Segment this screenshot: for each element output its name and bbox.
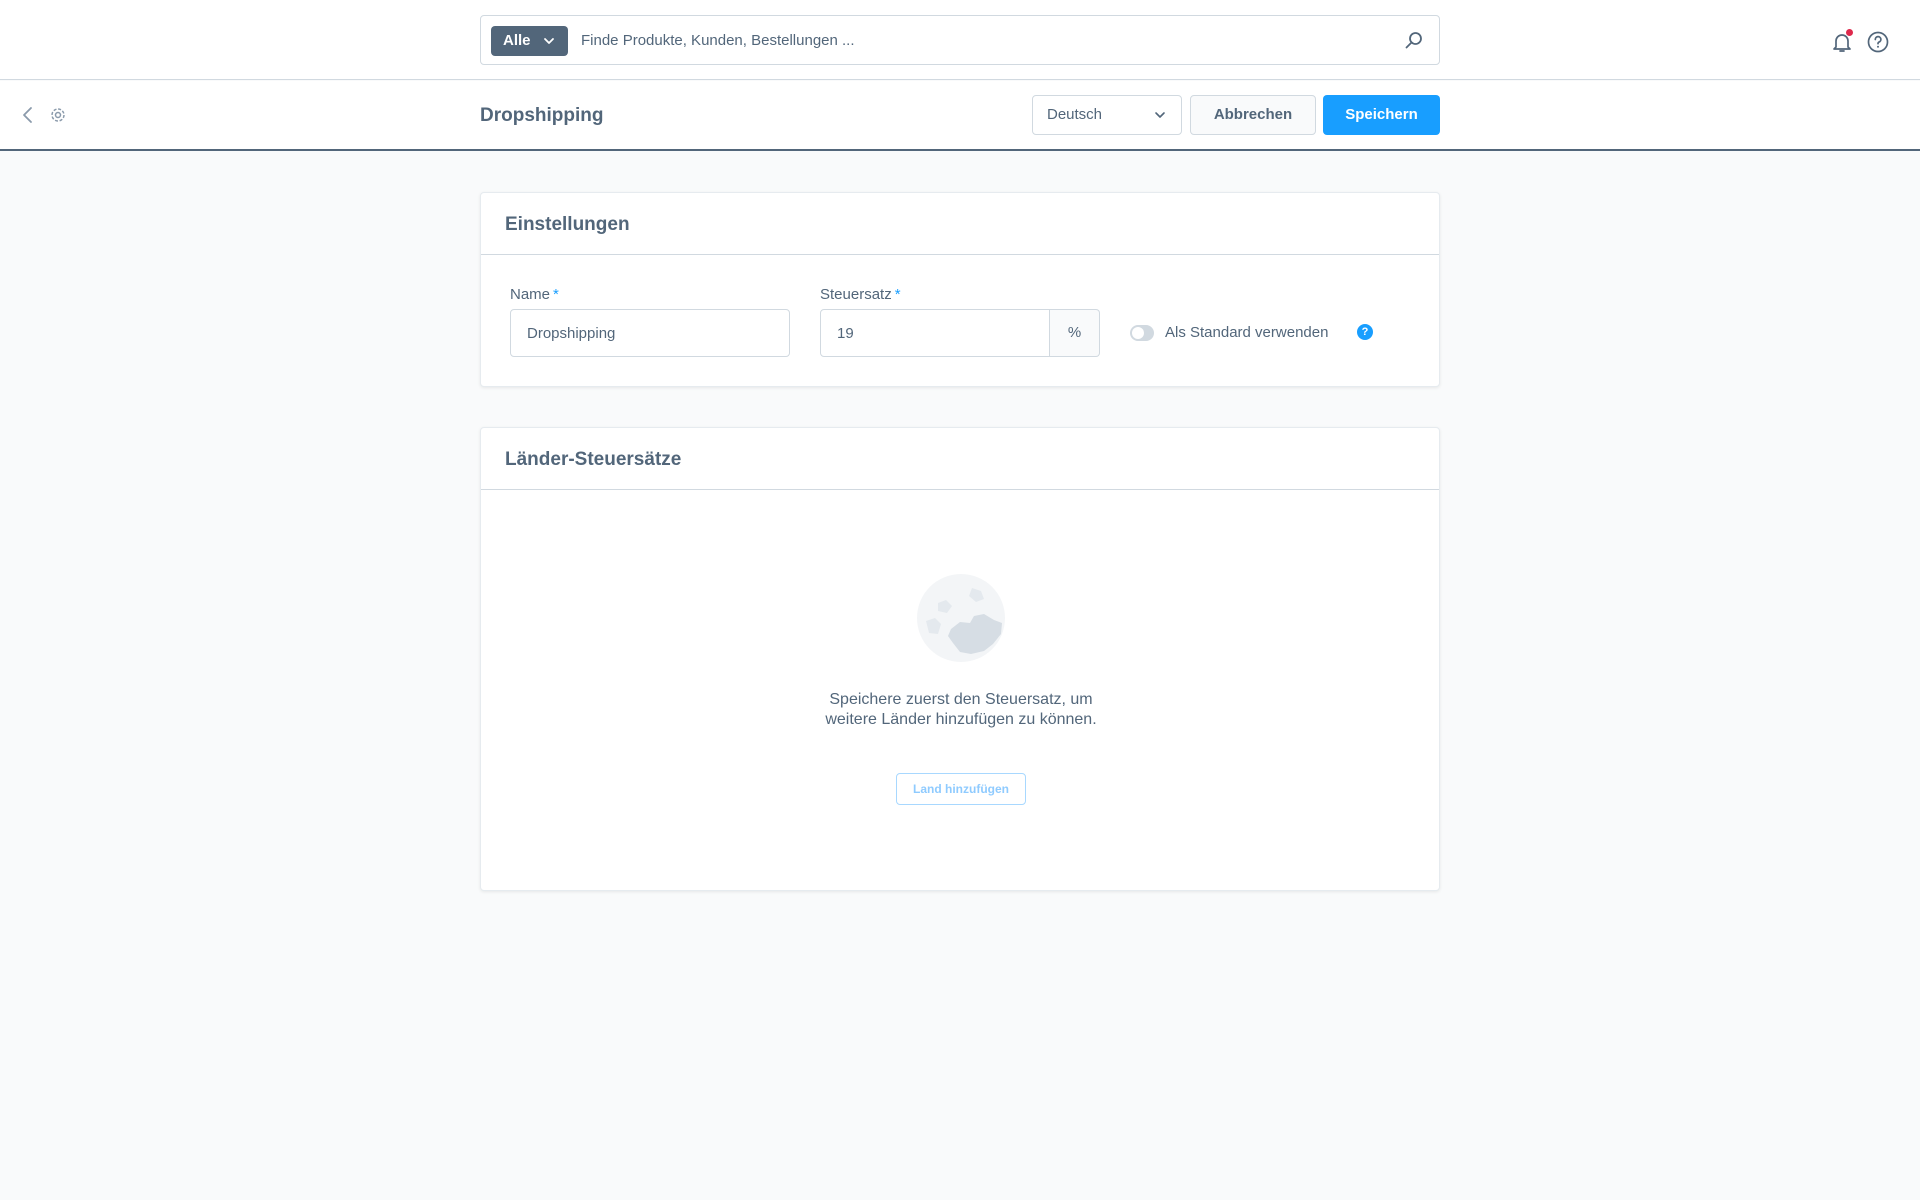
page-title: Dropshipping [480,105,604,126]
default-toggle[interactable] [1130,325,1154,341]
tax-rate-suffix: % [1050,309,1100,357]
smart-bar: Dropshipping Deutsch Abbrechen Speichern [0,81,1920,151]
language-select-value: Deutsch [1047,106,1103,123]
help-icon[interactable]: ? [1357,324,1373,340]
tax-rate-field[interactable] [820,309,1050,357]
default-toggle-label: Als Standard verwenden [1165,324,1329,341]
chevron-down-icon [544,38,554,44]
required-marker: * [894,286,901,303]
settings-card-title: Einstellungen [481,193,1439,255]
country-tax-rates-title: Länder-Steuersätze [481,428,1439,490]
empty-state-message: Speichere zuerst den Steuersatz, um weit… [825,691,1097,728]
name-label-text: Name [510,286,551,303]
help-icon[interactable] [1866,30,1890,54]
notification-badge [1846,29,1853,36]
globe-icon [917,574,1005,662]
add-country-button[interactable]: Land hinzufügen [896,773,1026,805]
top-bar: Alle [0,0,1920,80]
name-field[interactable] [510,309,790,357]
search-input[interactable] [581,24,1371,56]
required-marker: * [553,286,559,303]
chevron-left-icon[interactable] [18,104,38,126]
tax-rate-field-label: Steuersatz * [820,286,901,303]
search-type-dropdown[interactable]: Alle [491,26,568,56]
language-select[interactable]: Deutsch [1032,95,1182,135]
toggle-knob [1132,327,1144,339]
cancel-button[interactable]: Abbrechen [1190,95,1316,135]
tax-rate-label-text: Steuersatz [820,286,892,303]
settings-card: Einstellungen Name* Steuersatz* % Als St… [480,192,1440,387]
search-icon[interactable] [1403,30,1425,52]
country-tax-rates-card: Länder-Steuersätze Speichere zuerst den … [480,427,1440,891]
gear-icon[interactable] [48,104,68,126]
search-type-label: Alle [503,32,531,49]
global-search: Alle [480,15,1440,65]
chevron-down-icon [1155,112,1165,118]
notifications-button[interactable] [1830,29,1854,54]
save-button[interactable]: Speichern [1323,95,1440,135]
name-field-label: Name * [510,286,559,303]
